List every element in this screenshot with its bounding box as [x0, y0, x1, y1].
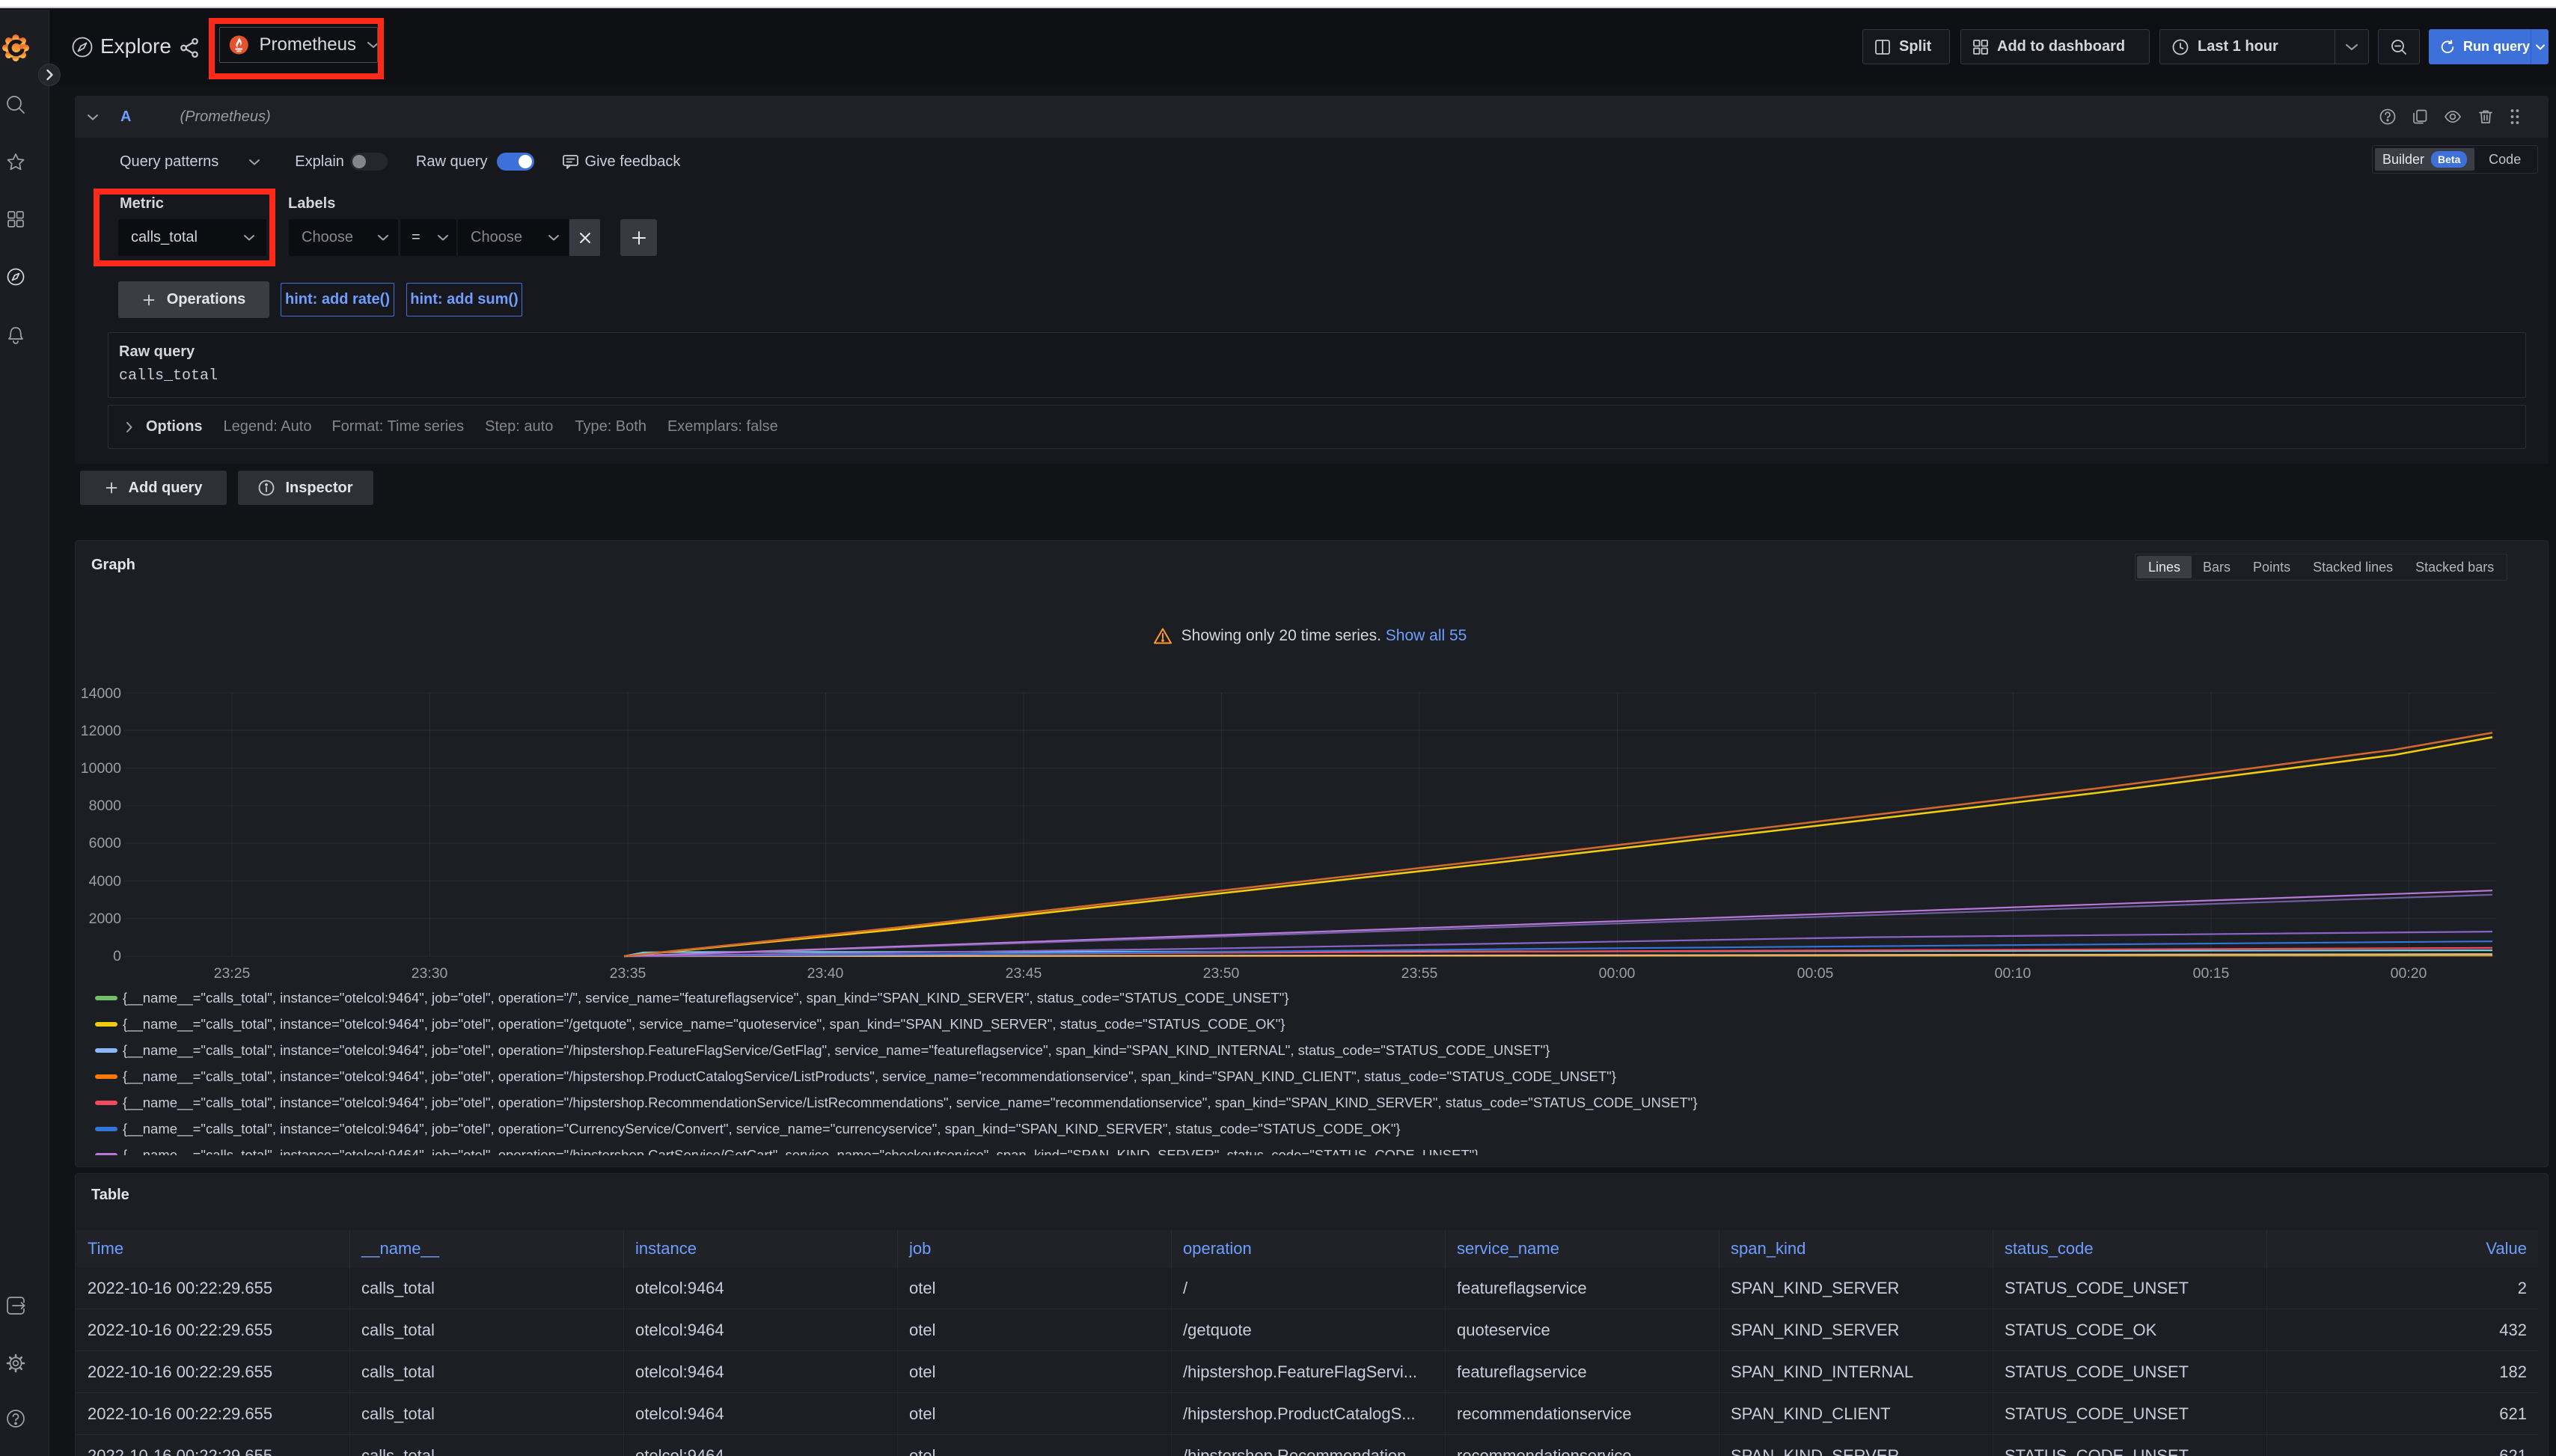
- svg-text:00:05: 00:05: [1797, 965, 1834, 982]
- svg-text:00:15: 00:15: [2193, 965, 2230, 982]
- svg-text:14000: 14000: [81, 685, 121, 702]
- svg-text:00:10: 00:10: [1995, 965, 2031, 982]
- svg-text:2000: 2000: [89, 911, 122, 927]
- svg-text:12000: 12000: [81, 723, 121, 739]
- svg-text:00:20: 00:20: [2391, 965, 2427, 982]
- svg-text:23:25: 23:25: [214, 965, 251, 982]
- svg-text:23:45: 23:45: [1006, 965, 1042, 982]
- svg-text:23:35: 23:35: [610, 965, 646, 982]
- svg-text:23:40: 23:40: [807, 965, 844, 982]
- svg-text:10000: 10000: [81, 760, 121, 777]
- svg-text:23:50: 23:50: [1203, 965, 1240, 982]
- svg-text:0: 0: [113, 948, 121, 964]
- svg-text:23:55: 23:55: [1401, 965, 1438, 982]
- svg-text:6000: 6000: [89, 835, 122, 851]
- svg-text:00:00: 00:00: [1599, 965, 1636, 982]
- svg-text:8000: 8000: [89, 798, 122, 814]
- svg-text:4000: 4000: [89, 873, 122, 890]
- svg-text:23:30: 23:30: [412, 965, 448, 982]
